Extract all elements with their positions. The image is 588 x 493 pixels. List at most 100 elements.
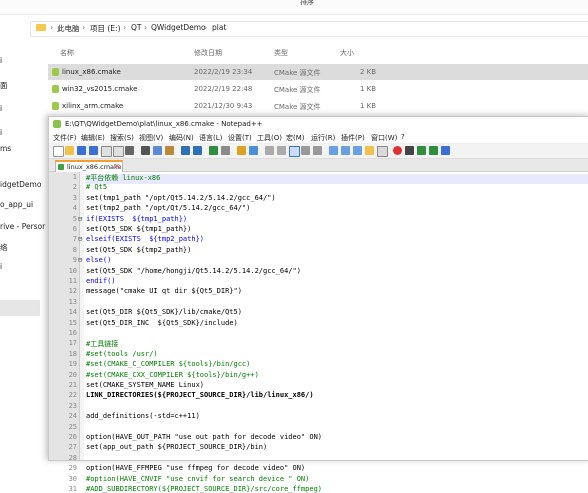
column-header-size[interactable]: 大小 — [340, 48, 354, 58]
user-lang-icon[interactable] — [329, 146, 338, 155]
code-line: #set(tools /usr/) — [86, 349, 158, 358]
zoom-in-icon[interactable] — [237, 146, 246, 155]
cmake-file-icon — [52, 102, 59, 110]
column-header-date[interactable]: 修改日期 — [194, 48, 222, 58]
line-number: 3 — [72, 193, 77, 202]
title-bar[interactable]: E:\QT\QWidgetDemo\plat\linux_x86.cmake -… — [49, 117, 588, 131]
sidebar-item[interactable]: 面 — [0, 80, 8, 91]
save-icon[interactable] — [77, 146, 86, 155]
folder-workspace-icon[interactable] — [365, 146, 374, 155]
sidebar-item[interactable]: ms — [0, 144, 11, 153]
sidebar-item[interactable]: i — [0, 262, 2, 271]
play-macro-icon[interactable] — [417, 146, 426, 155]
stop-macro-icon[interactable] — [405, 146, 414, 155]
save-all-icon[interactable] — [89, 146, 98, 155]
breadcrumb-item[interactable]: QWidgetDemo — [151, 23, 206, 32]
line-number: 13 — [68, 297, 77, 306]
chevron-right-icon: › — [123, 23, 127, 32]
breadcrumb-item[interactable]: plat — [212, 23, 226, 32]
file-row[interactable]: win32_vs2015.cmake 2022/2/19 22:48 CMake… — [48, 81, 588, 97]
sidebar-item[interactable]: 络 — [0, 242, 8, 253]
close-file-icon[interactable] — [101, 146, 112, 157]
menu-tools[interactable]: 工具(O) — [257, 133, 282, 143]
code-line: set(CMAKE_SYSTEM_NAME Linux) — [86, 381, 205, 389]
new-file-icon[interactable] — [53, 146, 64, 157]
sidebar-item[interactable]: o_app_ui — [0, 200, 33, 209]
file-type: CMake 源文件 — [274, 86, 321, 94]
menu-help[interactable]: ? — [401, 133, 405, 141]
code-editor[interactable]: 1 #平台依赖 linux-x86 2 # Qt5 3 set(tmp1_path "/o… — [49, 172, 588, 493]
menu-bar: 文件(F) 编辑(E) 搜索(S) 视图(V) 编码(N) 语言(L) 设置(T… — [49, 131, 588, 143]
line-number: 27 — [68, 443, 77, 452]
menu-search[interactable]: 搜索(S) — [110, 133, 134, 143]
fold-toggle-icon[interactable]: ⊟ — [78, 215, 82, 223]
cut-icon[interactable] — [141, 146, 150, 155]
record-macro-icon[interactable] — [393, 146, 402, 155]
close-tab-icon[interactable]: × — [114, 162, 120, 170]
line-number: 31 — [68, 485, 77, 493]
sidebar-item[interactable]: i — [0, 104, 2, 113]
sync-scroll-h-icon[interactable] — [277, 146, 286, 155]
file-row[interactable]: linux_x86.cmake 2022/2/19 23:34 CMake 源文… — [48, 64, 588, 80]
menu-edit[interactable]: 编辑(E) — [81, 133, 105, 143]
fold-toggle-icon[interactable]: ⊟ — [78, 256, 82, 264]
chevron-right-icon: › — [204, 23, 208, 32]
close-all-icon[interactable] — [113, 146, 124, 157]
line-number: 18 — [68, 349, 77, 358]
menu-view[interactable]: 视图(V) — [139, 133, 163, 143]
word-wrap-icon[interactable] — [289, 146, 300, 157]
zoom-out-icon[interactable] — [249, 146, 258, 155]
print-icon[interactable] — [125, 146, 134, 155]
sidebar-item[interactable]: rive - Persor — [0, 222, 45, 231]
line-number: 20 — [68, 370, 77, 379]
doc-map-icon[interactable] — [341, 146, 350, 155]
menu-language[interactable]: 语言(L) — [199, 133, 222, 143]
menu-file[interactable]: 文件(F) — [53, 133, 77, 143]
monitor-icon[interactable] — [377, 146, 388, 157]
line-number: 11 — [68, 277, 77, 285]
indent-guide-icon[interactable] — [313, 146, 322, 155]
redo-icon[interactable] — [193, 146, 202, 155]
file-name: linux_x86.cmake — [62, 68, 121, 76]
menu-macro[interactable]: 宏(M) — [286, 133, 305, 143]
undo-icon[interactable] — [181, 146, 190, 155]
notepadpp-icon — [53, 120, 61, 128]
file-size: 1 KB — [360, 85, 377, 93]
address-bar[interactable]: › 此电脑 › 项目 (E:) › QT › QWidgetDemo › pla… — [0, 16, 588, 40]
sync-scroll-v-icon[interactable] — [265, 146, 274, 155]
file-type: CMake 源文件 — [274, 103, 321, 111]
file-date: 2022/2/19 22:48 — [194, 85, 253, 93]
save-macro-icon[interactable] — [441, 146, 450, 155]
sort-button[interactable]: 排序 — [300, 0, 314, 7]
line-number: 28 — [68, 453, 77, 462]
code-line: set(app_out_path ${PROJECT_SOURCE_DIR}/b… — [86, 443, 268, 452]
paste-icon[interactable] — [165, 146, 174, 155]
sidebar-item[interactable]: i — [0, 128, 2, 137]
breadcrumb-item[interactable]: QT — [131, 23, 142, 32]
line-number: 12 — [68, 287, 77, 296]
function-list-icon[interactable] — [353, 146, 362, 155]
copy-icon[interactable] — [153, 146, 162, 155]
fold-toggle-icon[interactable]: ⊟ — [78, 235, 82, 243]
column-header-name[interactable]: 名称 — [60, 48, 74, 58]
line-number: 15 — [68, 318, 77, 327]
show-all-chars-icon[interactable] — [301, 146, 310, 155]
column-header-type[interactable]: 类型 — [274, 48, 288, 58]
find-icon[interactable] — [209, 146, 218, 155]
notepadpp-window: E:\QT\QWidgetDemo\plat\linux_x86.cmake -… — [48, 116, 588, 493]
open-file-icon[interactable] — [65, 146, 74, 155]
breadcrumb-item[interactable]: 项目 (E:) — [90, 23, 121, 34]
cmake-file-icon — [52, 85, 59, 93]
replace-icon[interactable] — [221, 146, 230, 155]
run-macro-multiple-icon[interactable] — [429, 146, 438, 155]
sidebar-item[interactable]: idgetDemo — [0, 180, 41, 189]
file-row[interactable]: xilinx_arm.cmake 2021/12/30 9:43 CMake 源… — [48, 98, 588, 114]
sidebar-item[interactable]: i — [0, 56, 2, 65]
cmake-file-icon — [52, 68, 59, 76]
menu-encoding[interactable]: 编码(N) — [169, 133, 194, 143]
menu-window[interactable]: 窗口(W) — [371, 133, 397, 143]
menu-plugins[interactable]: 插件(P) — [341, 133, 365, 143]
menu-settings[interactable]: 设置(T) — [228, 133, 252, 143]
menu-run[interactable]: 运行(R) — [311, 133, 335, 143]
breadcrumb-item[interactable]: 此电脑 — [57, 23, 80, 34]
